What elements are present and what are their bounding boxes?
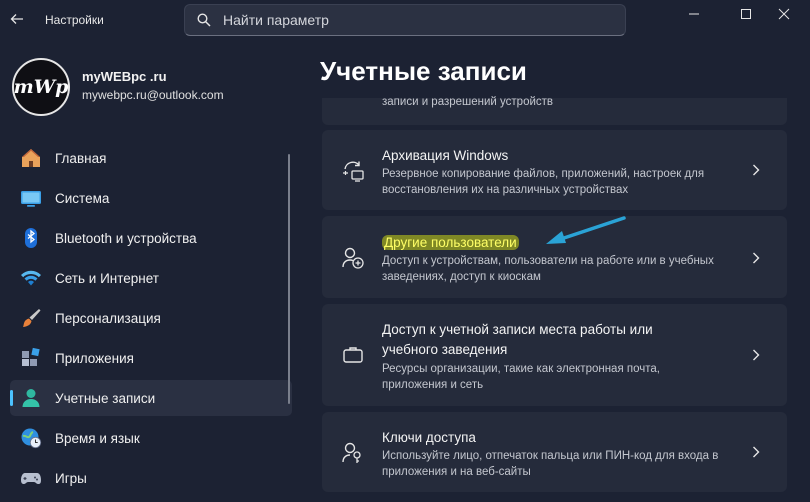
sidebar-scrollbar[interactable]	[288, 154, 290, 404]
account-email: mywebpc.ru@outlook.com	[82, 88, 224, 102]
chevron-right-icon	[751, 163, 761, 181]
accounts-icon	[20, 387, 42, 409]
backup-icon	[340, 158, 366, 184]
sidebar-item-label: Учетные записи	[55, 390, 156, 406]
briefcase-icon	[340, 342, 366, 368]
chevron-right-icon	[751, 445, 761, 463]
card-title: Другие пользователи	[382, 233, 519, 253]
add-user-icon	[340, 245, 366, 271]
chevron-right-icon	[751, 348, 761, 366]
apps-icon	[20, 347, 42, 369]
passkey-icon	[340, 440, 366, 466]
wifi-icon	[20, 267, 42, 289]
sidebar-item-system[interactable]: Система	[10, 180, 292, 216]
search-box[interactable]	[184, 4, 626, 36]
chevron-right-icon	[751, 251, 761, 269]
back-button[interactable]	[4, 6, 30, 32]
partial-setting-card[interactable]: записи и разрешений устройств	[322, 96, 787, 125]
sidebar-item-bluetooth[interactable]: Bluetooth и устройства	[10, 220, 292, 256]
account-name: myWEBpc .ru	[82, 69, 167, 84]
annotation-arrow-icon	[546, 216, 626, 244]
card-description: Используйте лицо, отпечаток пальца или П…	[382, 450, 719, 478]
sidebar-item-accounts[interactable]: Учетные записи	[10, 380, 292, 416]
sidebar-item-label: Персонализация	[55, 310, 161, 326]
bluetooth-icon	[20, 227, 42, 249]
sidebar-item-home[interactable]: Главная	[10, 140, 292, 176]
partial-card-description: записи и разрешений устройств	[382, 96, 554, 108]
back-arrow-icon	[10, 14, 23, 24]
sidebar-item-label: Сеть и Интернет	[55, 270, 159, 286]
setting-card-windows-backup[interactable]: Архивация Windows Резервное копирование …	[322, 130, 787, 210]
gamepad-icon	[20, 467, 42, 489]
card-title: Архивация Windows	[382, 148, 509, 163]
setting-card-passkeys[interactable]: Ключи доступа Используйте лицо, отпечато…	[322, 412, 787, 492]
card-title: Ключи доступа	[382, 430, 476, 445]
card-description: Ресурсы организации, такие как электронн…	[382, 363, 660, 391]
sidebar-item-network[interactable]: Сеть и Интернет	[10, 260, 292, 296]
sidebar-nav: Главная Система Bluetooth и устройства С…	[10, 140, 292, 500]
page-title: Учетные записи	[320, 56, 527, 86]
globe-clock-icon	[20, 427, 42, 449]
sidebar-item-label: Время и язык	[55, 430, 140, 446]
app-title: Настройки	[45, 13, 104, 27]
sidebar-item-label: Система	[55, 190, 110, 206]
sidebar-item-personalization[interactable]: Персонализация	[10, 300, 292, 336]
maximize-icon	[741, 9, 751, 19]
close-icon	[778, 8, 790, 20]
card-description: Резервное копирование файлов, приложений…	[382, 168, 705, 196]
card-title: Доступ к учетной записи места работы или…	[382, 322, 653, 357]
sidebar-item-gaming[interactable]: Игры	[10, 460, 292, 496]
title-highlight: Другие пользователи	[382, 235, 519, 250]
minimize-icon	[689, 13, 699, 15]
home-icon	[20, 147, 42, 169]
sidebar-item-time-language[interactable]: Время и язык	[10, 420, 292, 456]
search-input[interactable]	[221, 11, 605, 29]
sidebar-item-label: Приложения	[55, 350, 134, 366]
sidebar-item-label: Bluetooth и устройства	[55, 230, 197, 246]
brush-icon	[20, 307, 42, 329]
system-icon	[20, 187, 42, 209]
close-button[interactable]	[758, 0, 810, 28]
avatar[interactable]: mWp	[12, 58, 70, 116]
search-icon	[197, 13, 211, 27]
sidebar-item-label: Главная	[55, 150, 107, 166]
sidebar-item-label: Игры	[55, 470, 87, 486]
sidebar-item-apps[interactable]: Приложения	[10, 340, 292, 376]
minimize-button[interactable]	[668, 0, 720, 28]
card-description: Доступ к устройствам, пользователи на ра…	[382, 255, 714, 283]
setting-card-work-school[interactable]: Доступ к учетной записи места работы или…	[322, 304, 787, 406]
